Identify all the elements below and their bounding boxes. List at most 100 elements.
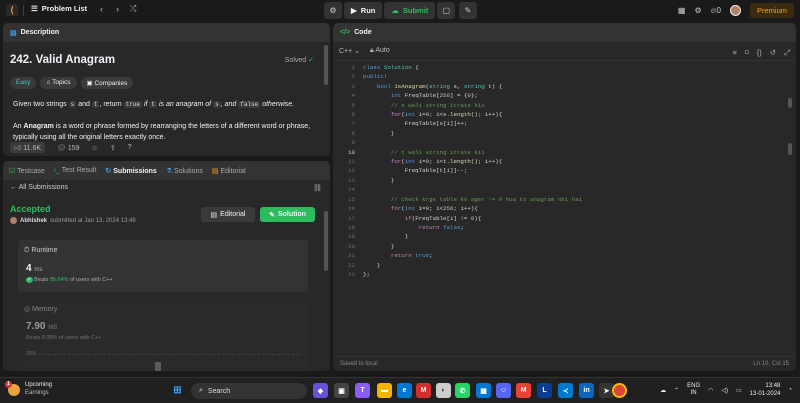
help-icon[interactable]: ?: [128, 144, 132, 151]
difficulty-tag[interactable]: Easy: [10, 77, 37, 89]
clock[interactable]: 13:48 13-01-2024: [750, 382, 781, 398]
code-panel: </> Code C++ ⌄ 🔒︎ Auto ≡ ⌑ {} ↺ ⤢ 123456…: [333, 23, 796, 371]
save-status: Saved to local: [340, 361, 378, 367]
wifi-icon[interactable]: ◠: [708, 387, 713, 394]
topics-tag[interactable]: ⌂ Topics: [40, 77, 77, 89]
scrollbar[interactable]: [324, 211, 328, 271]
l-app-icon[interactable]: L: [537, 383, 552, 398]
run-button[interactable]: ▶ Run: [344, 2, 383, 19]
anagram-definition: An Anagram is a word or phrase formed by…: [13, 123, 311, 141]
editorial-button[interactable]: ▤ Editorial: [201, 207, 255, 222]
app-icon[interactable]: ◐: [436, 383, 451, 398]
comments-button[interactable]: 💬︎ 159: [57, 144, 80, 152]
memory-label: ◎ Memory: [24, 306, 58, 313]
submit-button[interactable]: ☁ Submit: [384, 2, 436, 19]
runtime-label: ⏱ Runtime: [24, 247, 58, 254]
leetcode-logo-icon[interactable]: ⟨: [6, 4, 18, 16]
settings-icon[interactable]: ⚙: [694, 6, 701, 15]
chrome-icon[interactable]: [612, 383, 627, 398]
code-editor[interactable]: class Solution { public: bool isAnagram(…: [363, 63, 582, 279]
cloud-icon[interactable]: ☁: [660, 387, 666, 394]
submission-byline: Abhishek submitted at Jan 13, 2024 13:48: [10, 217, 136, 224]
whiteboard-icon[interactable]: ✎: [459, 2, 477, 19]
check-circle-icon: ✓: [308, 57, 314, 64]
tab-test-result[interactable]: ›_ Test Result: [54, 167, 97, 174]
problem-statement: Given two strings s and t, return true i…: [13, 101, 295, 108]
tab-solutions[interactable]: ⚗ Solutions: [166, 167, 203, 175]
list-icon: ☰: [31, 4, 38, 13]
scrollbar[interactable]: [788, 98, 792, 108]
runtime-card[interactable]: ⏱ Runtime 4 ms ✓ Beats 85.64% of users w…: [18, 240, 308, 292]
search-input[interactable]: ⌕ Search: [191, 383, 307, 399]
vscode-icon[interactable]: ≺: [558, 383, 573, 398]
code-icon: </>: [340, 29, 351, 36]
avatar[interactable]: [729, 5, 741, 16]
divider: [23, 5, 24, 16]
store-icon[interactable]: ▦: [476, 383, 491, 398]
language-indicator[interactable]: ENG IN: [687, 383, 700, 397]
solution-button[interactable]: ✎ Solution: [260, 207, 315, 222]
share-icon[interactable]: ⇪: [110, 144, 116, 152]
book-icon: ▤: [210, 211, 218, 219]
system-tray: ☁ ⌃ ENG IN ◠ ◁) ▭ 13:48 13-01-2024 ◔: [660, 382, 792, 398]
tab-submissions[interactable]: ↻ Submissions: [105, 167, 156, 175]
memory-value: 7.90 MB: [26, 321, 58, 332]
prev-problem-icon[interactable]: ‹: [100, 4, 103, 14]
companies-tag[interactable]: ▣ Companies: [80, 77, 134, 89]
format-icon[interactable]: ≡: [732, 48, 736, 58]
braces-icon[interactable]: {}: [757, 48, 762, 58]
windows-start-icon[interactable]: ⊞: [170, 383, 185, 398]
debug-button[interactable]: ⚙: [324, 2, 342, 19]
file-explorer-icon[interactable]: ▬: [377, 383, 392, 398]
copilot-icon[interactable]: ◆: [313, 383, 328, 398]
reset-icon[interactable]: ↺: [770, 48, 776, 58]
problem-list-link[interactable]: ☰ Problem List: [31, 4, 87, 13]
tags-row: Easy ⌂ Topics ▣ Companies: [10, 77, 134, 89]
star-icon[interactable]: ☆: [92, 144, 98, 152]
premium-button[interactable]: Premium: [749, 3, 794, 18]
distribution-axis-label: 15%: [26, 351, 37, 357]
tab-description[interactable]: ▤ Description: [3, 23, 330, 42]
scrollbar-marker: [788, 143, 792, 155]
teams-icon[interactable]: T: [355, 383, 370, 398]
chevron-up-icon[interactable]: ⌃: [674, 387, 679, 394]
gridline: [38, 354, 300, 355]
language-select[interactable]: C++ ⌄: [339, 47, 360, 55]
windows-taskbar: 1 Upcoming Earnings ⊞ ⌕ Search ◆ ▣ T ▬ e M…: [0, 377, 800, 403]
edge-icon[interactable]: e: [397, 383, 412, 398]
next-problem-icon[interactable]: ›: [116, 4, 119, 14]
scrollbar[interactable]: [324, 45, 328, 85]
layout-icon[interactable]: ▦: [678, 6, 686, 15]
shuffle-icon[interactable]: ⤮: [130, 4, 136, 14]
gmail-icon[interactable]: M: [516, 383, 531, 398]
bookmark-icon[interactable]: ⌑: [745, 48, 749, 58]
line-numbers: 1 2 3 4 5 6 7 8 9 10 11 12 13 14 15 16 17 18 19 20 21 22 23: [348, 64, 355, 278]
description-panel: ▤ Description 242. Valid Anagram Solved …: [3, 23, 330, 156]
like-button[interactable]: 👍︎ 11.6K: [10, 142, 46, 153]
whatsapp-icon[interactable]: ✆: [455, 383, 470, 398]
memory-beats: Beats 8.08% of users with C++: [26, 335, 102, 341]
battery-icon[interactable]: ▭: [736, 387, 742, 394]
top-navbar: ⟨ ☰ Problem List ‹ › ⤮ ⚙ ▶ Run ☁ Submit ▢ …: [0, 0, 800, 21]
memory-card[interactable]: ◎ Memory 7.90 MB Beats 8.08% of users wi…: [18, 298, 308, 371]
task-view-icon[interactable]: ▣: [334, 383, 349, 398]
linkedin-icon[interactable]: in: [579, 383, 594, 398]
link-icon[interactable]: ⛓: [313, 184, 322, 192]
fire-icon[interactable]: 🔥︎0: [711, 6, 721, 16]
discord-icon[interactable]: ☺: [496, 383, 511, 398]
solved-status: Solved ✓: [284, 57, 314, 64]
tab-testcase[interactable]: ☑ Testcase: [9, 167, 45, 175]
weather-widget[interactable]: 1 Upcoming Earnings: [5, 380, 52, 397]
notes-button[interactable]: ▢: [437, 2, 456, 19]
volume-icon[interactable]: ◁): [721, 387, 728, 394]
fullscreen-icon[interactable]: ⤢: [784, 48, 790, 58]
status-accepted: Accepted: [10, 204, 51, 214]
all-submissions-link[interactable]: ← All Submissions: [10, 184, 68, 191]
notification-icon[interactable]: ◔: [788, 387, 792, 393]
tab-code[interactable]: </> Code: [333, 23, 796, 42]
search-icon: ⌕: [199, 387, 203, 394]
mcafee-icon[interactable]: M: [416, 383, 431, 398]
tab-editorial[interactable]: ▤ Editorial: [212, 167, 246, 175]
auto-mode[interactable]: 🔒︎ Auto: [370, 47, 390, 55]
news-icon: 1: [5, 380, 20, 396]
